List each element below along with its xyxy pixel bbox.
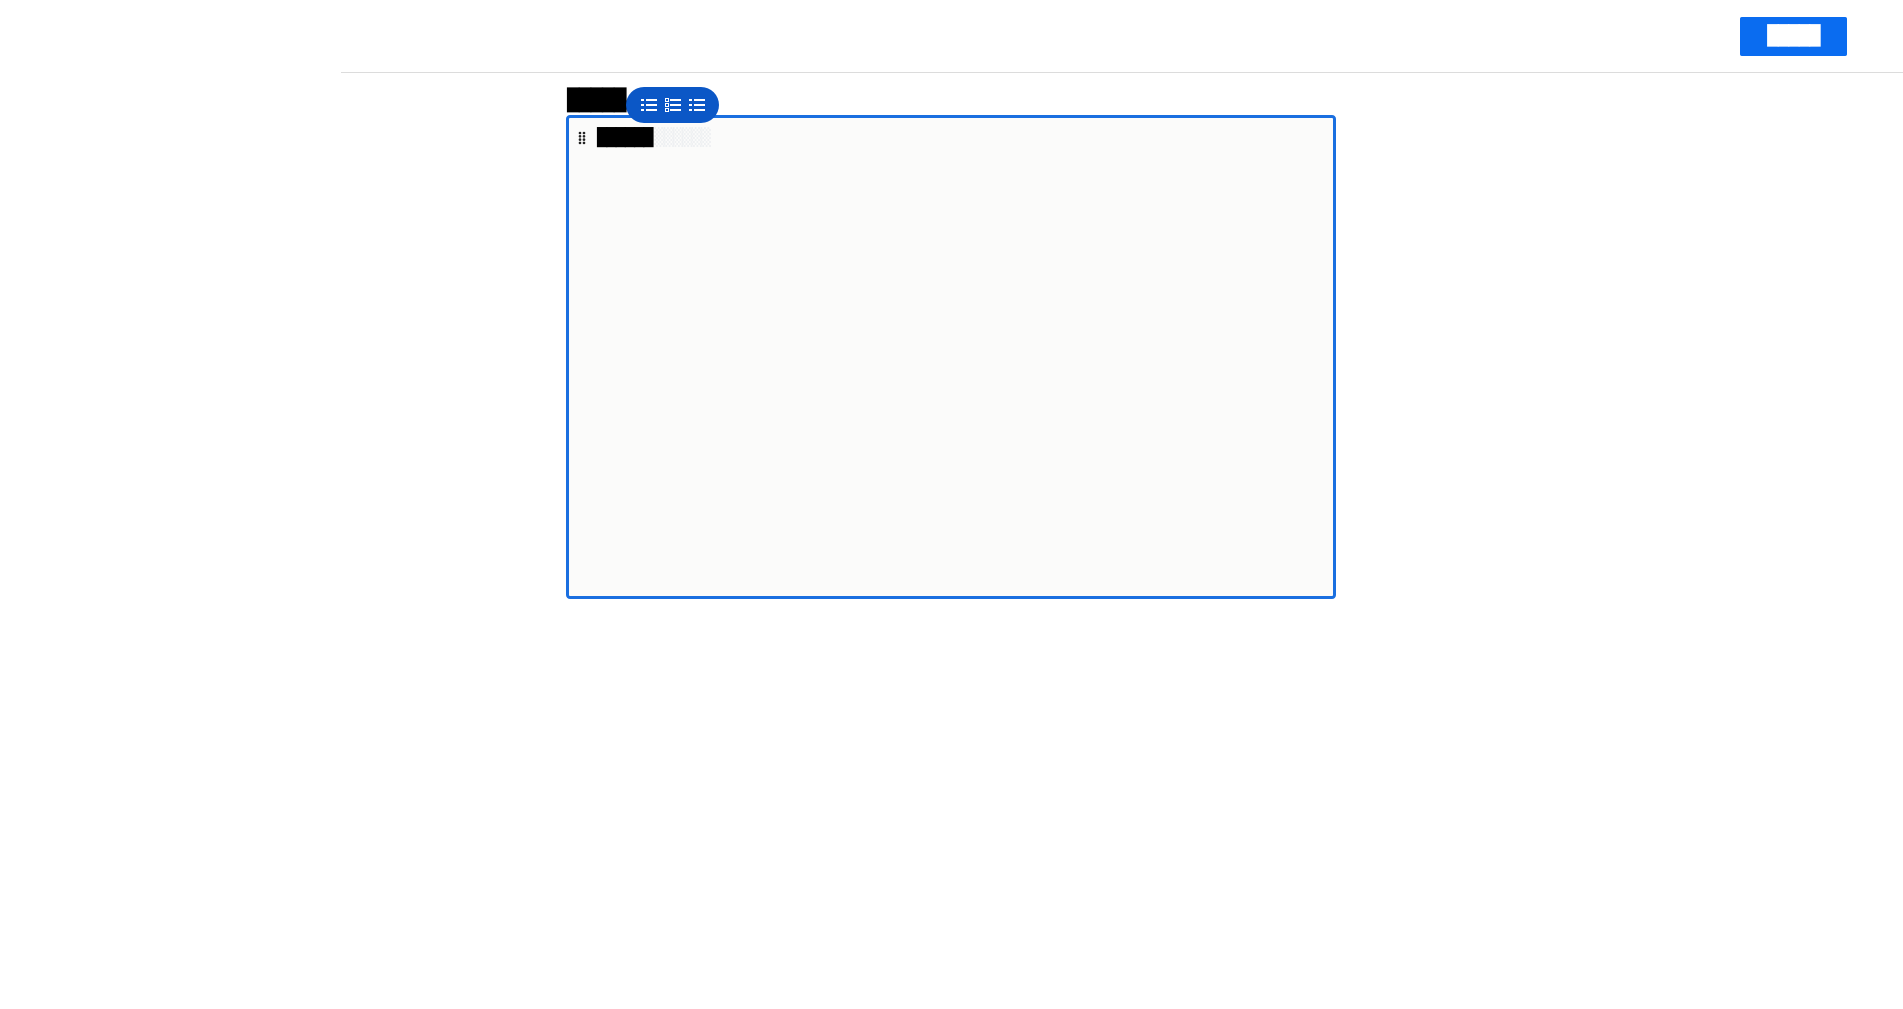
top-bar-divider: [341, 72, 1903, 73]
editor-block[interactable]: ██████ ▒▒▒▒▒▒: [577, 127, 711, 148]
drag-handle-icon[interactable]: [577, 129, 587, 147]
page: █████ █████ ██████ ▒▒▒▒▒▒: [0, 0, 1903, 1009]
checklist-icon: [664, 98, 681, 112]
section-heading: █████: [567, 88, 626, 112]
checklist-button[interactable]: [664, 97, 681, 113]
numbered-list-button[interactable]: [688, 97, 705, 113]
primary-action-button-label: █████: [1767, 25, 1820, 47]
editor-block-placeholder: ▒▒▒▒▒▒: [654, 127, 710, 148]
bulleted-list-button[interactable]: [640, 97, 657, 113]
editor-card[interactable]: ██████ ▒▒▒▒▒▒: [566, 115, 1336, 599]
editor-block-text[interactable]: ██████: [597, 129, 653, 147]
list-icon: [688, 99, 705, 111]
list-format-toolbar: [626, 87, 719, 123]
top-bar: █████: [0, 0, 1903, 72]
primary-action-button[interactable]: █████: [1740, 17, 1847, 56]
list-icon: [640, 99, 657, 111]
